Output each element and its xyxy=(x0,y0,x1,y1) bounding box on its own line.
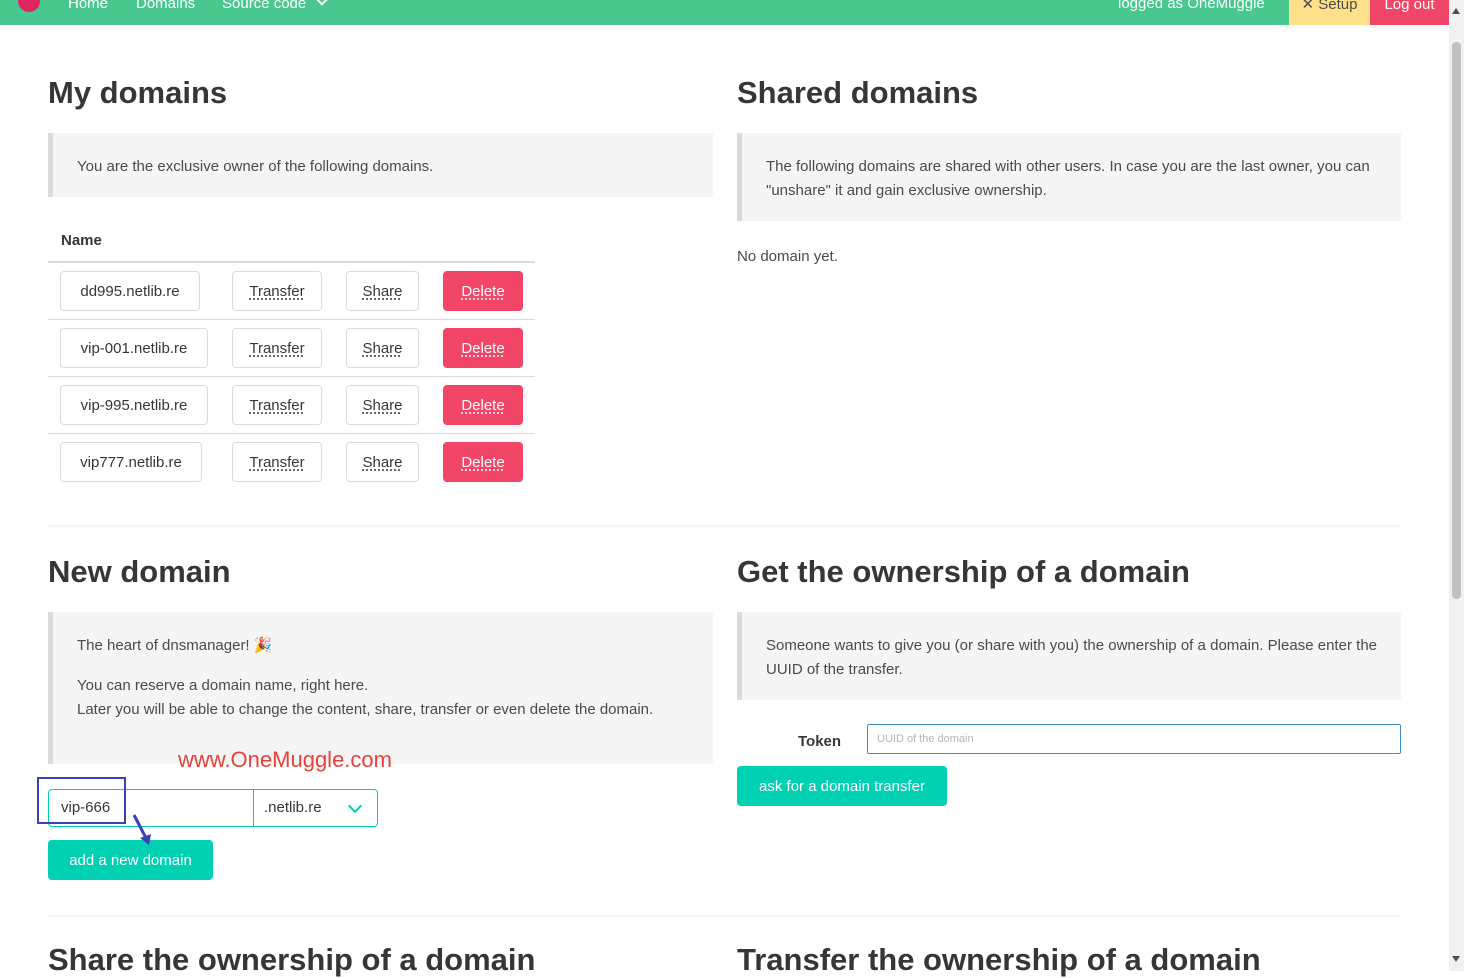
share-label: Share xyxy=(362,339,403,357)
share-ownership-title: Share the ownership of a domain xyxy=(48,942,536,977)
shared-domains-title: Shared domains xyxy=(737,75,979,110)
logout-button[interactable]: Log out xyxy=(1370,0,1449,25)
token-input[interactable]: UUID of the domain xyxy=(867,724,1401,754)
scroll-up-arrow-icon[interactable] xyxy=(1452,8,1460,14)
transfer-button[interactable]: Transfer xyxy=(232,442,322,482)
nav-source-code[interactable]: Source code xyxy=(222,0,329,14)
scrollbar-thumb[interactable] xyxy=(1452,42,1461,599)
new-domain-title: New domain xyxy=(48,554,231,589)
my-domains-note: You are the exclusive owner of the follo… xyxy=(48,133,713,197)
top-navbar: Home Domains Source code logged as OneMu… xyxy=(0,0,1449,25)
setup-button[interactable]: ✕ Setup xyxy=(1289,0,1370,25)
table-header-name: Name xyxy=(61,232,102,249)
transfer-label: Transfer xyxy=(249,396,305,414)
transfer-label: Transfer xyxy=(249,282,305,300)
tld-select[interactable]: .netlib.re xyxy=(253,789,378,827)
new-domain-note: The heart of dnsmanager! 🎉 You can reser… xyxy=(48,612,713,764)
nav-source-code-label: Source code xyxy=(222,0,307,12)
ask-domain-transfer-button[interactable]: ask for a domain transfer xyxy=(737,766,947,806)
table-row-divider xyxy=(48,433,535,434)
delete-label: Delete xyxy=(461,339,505,357)
transfer-ownership-title: Transfer the ownership of a domain xyxy=(737,942,1261,977)
table-row-divider xyxy=(48,376,535,377)
domain-name-button[interactable]: vip-995.netlib.re xyxy=(60,385,208,425)
transfer-button[interactable]: Transfer xyxy=(232,385,322,425)
nav-domains[interactable]: Domains xyxy=(136,0,195,14)
transfer-button[interactable]: Transfer xyxy=(232,271,322,311)
transfer-button[interactable]: Transfer xyxy=(232,328,322,368)
domain-name-button[interactable]: dd995.netlib.re xyxy=(60,271,200,311)
shared-domains-note: The following domains are shared with ot… xyxy=(737,133,1401,221)
delete-label: Delete xyxy=(461,453,505,471)
logo-icon[interactable] xyxy=(18,0,40,12)
table-header-divider xyxy=(48,261,535,263)
my-domains-title: My domains xyxy=(48,75,228,110)
table-row-divider xyxy=(48,319,535,320)
new-domain-note-line1: The heart of dnsmanager! 🎉 xyxy=(77,637,273,654)
logged-as-text: logged as OneMuggle xyxy=(1118,0,1265,12)
share-label: Share xyxy=(362,396,403,414)
new-domain-note-line2: You can reserve a domain name, right her… xyxy=(77,677,369,694)
share-label: Share xyxy=(362,453,403,471)
token-label: Token xyxy=(798,733,842,750)
get-ownership-title: Get the ownership of a domain xyxy=(737,554,1190,589)
section-divider xyxy=(48,915,1401,917)
delete-button[interactable]: Delete xyxy=(443,328,523,368)
domain-name-button[interactable]: vip777.netlib.re xyxy=(60,442,202,482)
annotation-highlight-box xyxy=(37,777,126,824)
my-domains-note-text: You are the exclusive owner of the follo… xyxy=(77,158,434,175)
share-button[interactable]: Share xyxy=(346,328,419,368)
section-divider xyxy=(48,525,1401,527)
chevron-down-icon xyxy=(347,798,363,814)
delete-label: Delete xyxy=(461,282,505,300)
delete-button[interactable]: Delete xyxy=(443,442,523,482)
share-button[interactable]: Share xyxy=(346,385,419,425)
annotation-arrow-icon xyxy=(132,814,151,845)
scroll-down-arrow-icon[interactable] xyxy=(1452,956,1460,962)
domain-name-button[interactable]: vip-001.netlib.re xyxy=(60,328,208,368)
delete-label: Delete xyxy=(461,396,505,414)
share-label: Share xyxy=(362,282,403,300)
new-domain-note-line3: Later you will be able to change the con… xyxy=(77,701,654,718)
watermark-text: www.OneMuggle.com xyxy=(178,747,392,772)
nav-home[interactable]: Home xyxy=(68,0,108,14)
share-button[interactable]: Share xyxy=(346,271,419,311)
delete-button[interactable]: Delete xyxy=(443,271,523,311)
chevron-down-icon xyxy=(316,0,329,6)
page-scrollbar[interactable] xyxy=(1449,0,1464,971)
get-ownership-note-text: Someone wants to give you (or share with… xyxy=(766,637,1377,678)
transfer-label: Transfer xyxy=(249,339,305,357)
shared-domains-note-text: The following domains are shared with ot… xyxy=(766,158,1370,199)
share-button[interactable]: Share xyxy=(346,442,419,482)
no-domain-text: No domain yet. xyxy=(737,248,838,265)
get-ownership-note: Someone wants to give you (or share with… xyxy=(737,612,1401,700)
delete-button[interactable]: Delete xyxy=(443,385,523,425)
transfer-label: Transfer xyxy=(249,453,305,471)
tld-select-value: .netlib.re xyxy=(264,799,322,816)
